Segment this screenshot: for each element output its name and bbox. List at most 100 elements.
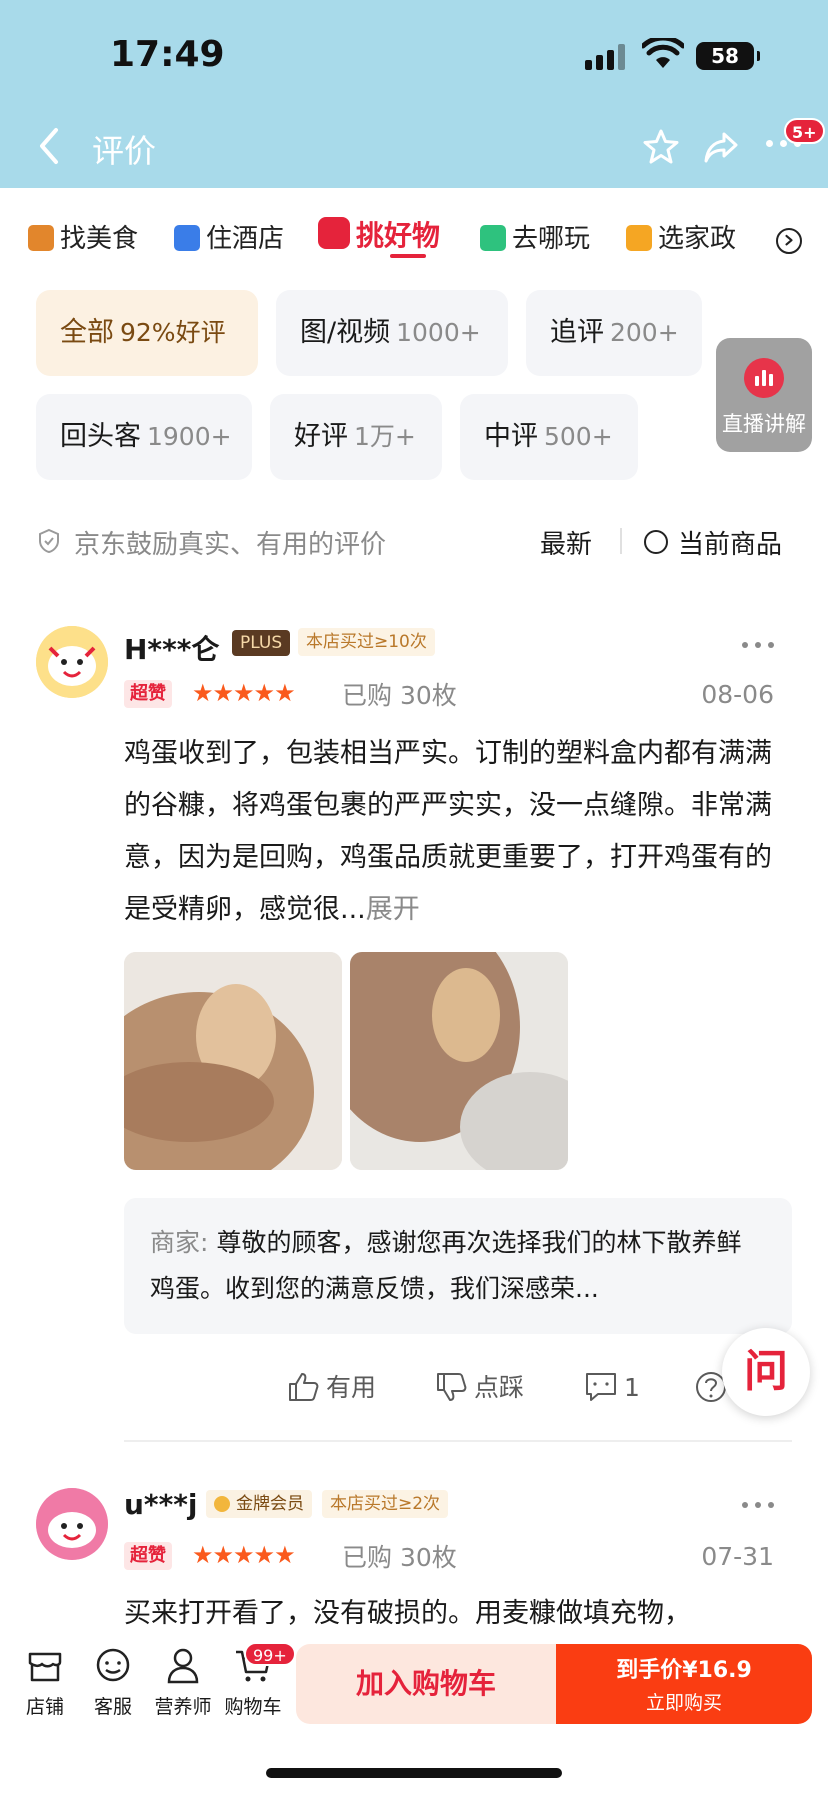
category-food[interactable]: 找美食 — [28, 218, 138, 258]
thumbs-up-icon — [289, 1373, 319, 1401]
category-bar: 找美食 住酒店 挑好物 去哪玩 选家政 — [0, 210, 828, 270]
service-label: 客服 — [93, 1696, 132, 1718]
avatar[interactable] — [36, 1488, 108, 1560]
chip-label: 全部 — [60, 317, 114, 348]
sort-row: 京东鼓励真实、有用的评价 最新 当前商品 — [36, 520, 796, 564]
ask-question-button[interactable]: 问 — [722, 1328, 810, 1416]
filter-neutral[interactable]: 中评 500+ — [460, 394, 638, 480]
home-indicator — [266, 1768, 562, 1778]
active-tab-indicator — [390, 254, 426, 258]
bottom-action-bar: 店铺 客服 营养师 购物车 99+ 加入购物车 到手价¥16.9 立即购买 — [0, 1634, 828, 1754]
status-time: 17:49 — [110, 34, 225, 75]
category-label: 找美食 — [60, 224, 139, 254]
nutritionist-label: 营养师 — [154, 1696, 212, 1718]
divider — [620, 528, 622, 554]
chip-label: 中评 — [484, 421, 538, 452]
chip-count: 1万+ — [354, 422, 416, 451]
reply-label: 商家: — [150, 1228, 209, 1257]
comment-icon — [586, 1373, 616, 1401]
mountain-icon — [480, 225, 506, 251]
live-stream-button[interactable]: 直播讲解 — [716, 338, 812, 452]
store-icon — [28, 1652, 62, 1682]
live-label: 直播讲解 — [722, 412, 806, 436]
category-hotel[interactable]: 住酒店 — [174, 218, 284, 258]
cart-label: 购物车 — [224, 1696, 282, 1718]
nutritionist-button[interactable]: 营养师 — [148, 1646, 218, 1719]
cart-count-badge: 99+ — [244, 1642, 296, 1666]
notification-badge: 5+ — [784, 118, 825, 144]
category-label: 选家政 — [658, 224, 737, 254]
dislike-label: 点踩 — [474, 1373, 525, 1402]
chip-count: 1900+ — [147, 422, 232, 451]
share-icon[interactable] — [702, 128, 740, 166]
merchant-reply[interactable]: 商家: 尊敬的顾客，感谢您再次选择我们的林下散养鲜鸡蛋。收到您的满意反馈，我们深感… — [124, 1198, 792, 1334]
shopping-bag-icon — [318, 217, 350, 249]
chip-label: 追评 — [550, 317, 604, 348]
category-label: 去哪玩 — [512, 224, 591, 254]
filter-repeat-customer[interactable]: 回头客 1900+ — [36, 394, 252, 480]
chip-label: 图/视频 — [300, 317, 391, 348]
favorite-star-icon[interactable] — [642, 128, 680, 166]
category-housekeeping[interactable]: 选家政 — [626, 218, 736, 258]
gold-member-badge: 金牌会员 — [206, 1490, 312, 1518]
chip-count: 500+ — [544, 422, 613, 451]
category-label: 挑好物 — [356, 219, 441, 252]
battery-icon: 58 — [696, 42, 760, 70]
purchase-info: 已购 30枚 — [342, 681, 457, 710]
person-icon — [167, 1648, 199, 1684]
review-more-icon[interactable] — [742, 642, 774, 650]
review-date: 08-06 — [701, 680, 774, 709]
filter-all[interactable]: 全部 92%好评 — [36, 290, 258, 376]
rating-stars: ★★★★★ — [192, 1541, 296, 1569]
signal-icon — [585, 44, 629, 70]
house-icon — [626, 225, 652, 251]
super-praise-tag: 超赞 — [124, 1542, 172, 1570]
sort-latest-button[interactable]: 最新 — [540, 524, 592, 561]
reply-text: 尊敬的顾客，感谢您再次选择我们的林下散养鲜鸡蛋。收到您的满意反馈，我们深感荣..… — [150, 1228, 742, 1303]
category-travel[interactable]: 去哪玩 — [480, 218, 590, 258]
current-goods-label[interactable]: 当前商品 — [678, 524, 782, 561]
add-to-cart-button[interactable]: 加入购物车 — [296, 1644, 556, 1724]
super-praise-tag: 超赞 — [124, 680, 172, 708]
chip-count: 92%好评 — [120, 318, 226, 347]
category-goods[interactable]: 挑好物 — [318, 214, 440, 254]
review-more-icon[interactable] — [742, 1502, 774, 1510]
chat-face-icon — [96, 1648, 130, 1682]
customer-service-button[interactable]: 客服 — [78, 1646, 148, 1719]
review-divider — [124, 1440, 792, 1442]
review-text[interactable]: 鸡蛋收到了，包装相当严实。订制的塑料盒内都有满满的谷糠，将鸡蛋包裹的严严实实，没… — [124, 728, 780, 938]
store-button[interactable]: 店铺 — [10, 1646, 80, 1719]
filter-media[interactable]: 图/视频 1000+ — [276, 290, 508, 376]
comment-button[interactable]: 1 — [584, 1364, 640, 1412]
review-date: 07-31 — [701, 1542, 774, 1571]
category-label: 住酒店 — [206, 224, 285, 254]
purchase-info: 已购 30枚 — [342, 1543, 457, 1572]
page-title: 评价 — [92, 132, 157, 170]
wifi-icon — [642, 38, 684, 68]
dislike-button[interactable]: 点踩 — [434, 1364, 524, 1412]
username: H***仑 — [124, 633, 220, 666]
notice-text: 京东鼓励真实、有用的评价 — [74, 530, 387, 560]
useful-button[interactable]: 有用 — [286, 1364, 376, 1412]
useful-label: 有用 — [326, 1373, 377, 1402]
review-photo[interactable] — [124, 952, 342, 1170]
live-bars-icon — [744, 358, 784, 398]
repeat-buyer-badge: 本店买过≥2次 — [322, 1490, 449, 1518]
review-photo[interactable] — [350, 952, 568, 1170]
back-icon[interactable] — [34, 126, 64, 166]
filter-positive[interactable]: 好评 1万+ — [270, 394, 442, 480]
current-goods-radio[interactable] — [644, 530, 668, 554]
chip-label: 回头客 — [60, 421, 141, 452]
filter-followup[interactable]: 追评 200+ — [526, 290, 702, 376]
buy-now-button[interactable]: 到手价¥16.9 立即购买 — [556, 1644, 812, 1724]
mascot-dog-icon — [36, 626, 108, 698]
avatar[interactable] — [36, 626, 108, 698]
review-text[interactable]: 买来打开看了，没有破损的。用麦糠做填充物， — [124, 1588, 780, 1640]
chevron-right-icon[interactable] — [776, 228, 802, 254]
chip-count: 1000+ — [396, 318, 481, 347]
final-price: 到手价¥16.9 — [616, 1658, 752, 1683]
header: 17:49 58 评价 5+ — [0, 0, 828, 188]
review-actions: 有用 点踩 1 — [0, 1364, 828, 1412]
chip-label: 好评 — [294, 421, 348, 452]
expand-link[interactable]: 展开 — [366, 894, 420, 925]
